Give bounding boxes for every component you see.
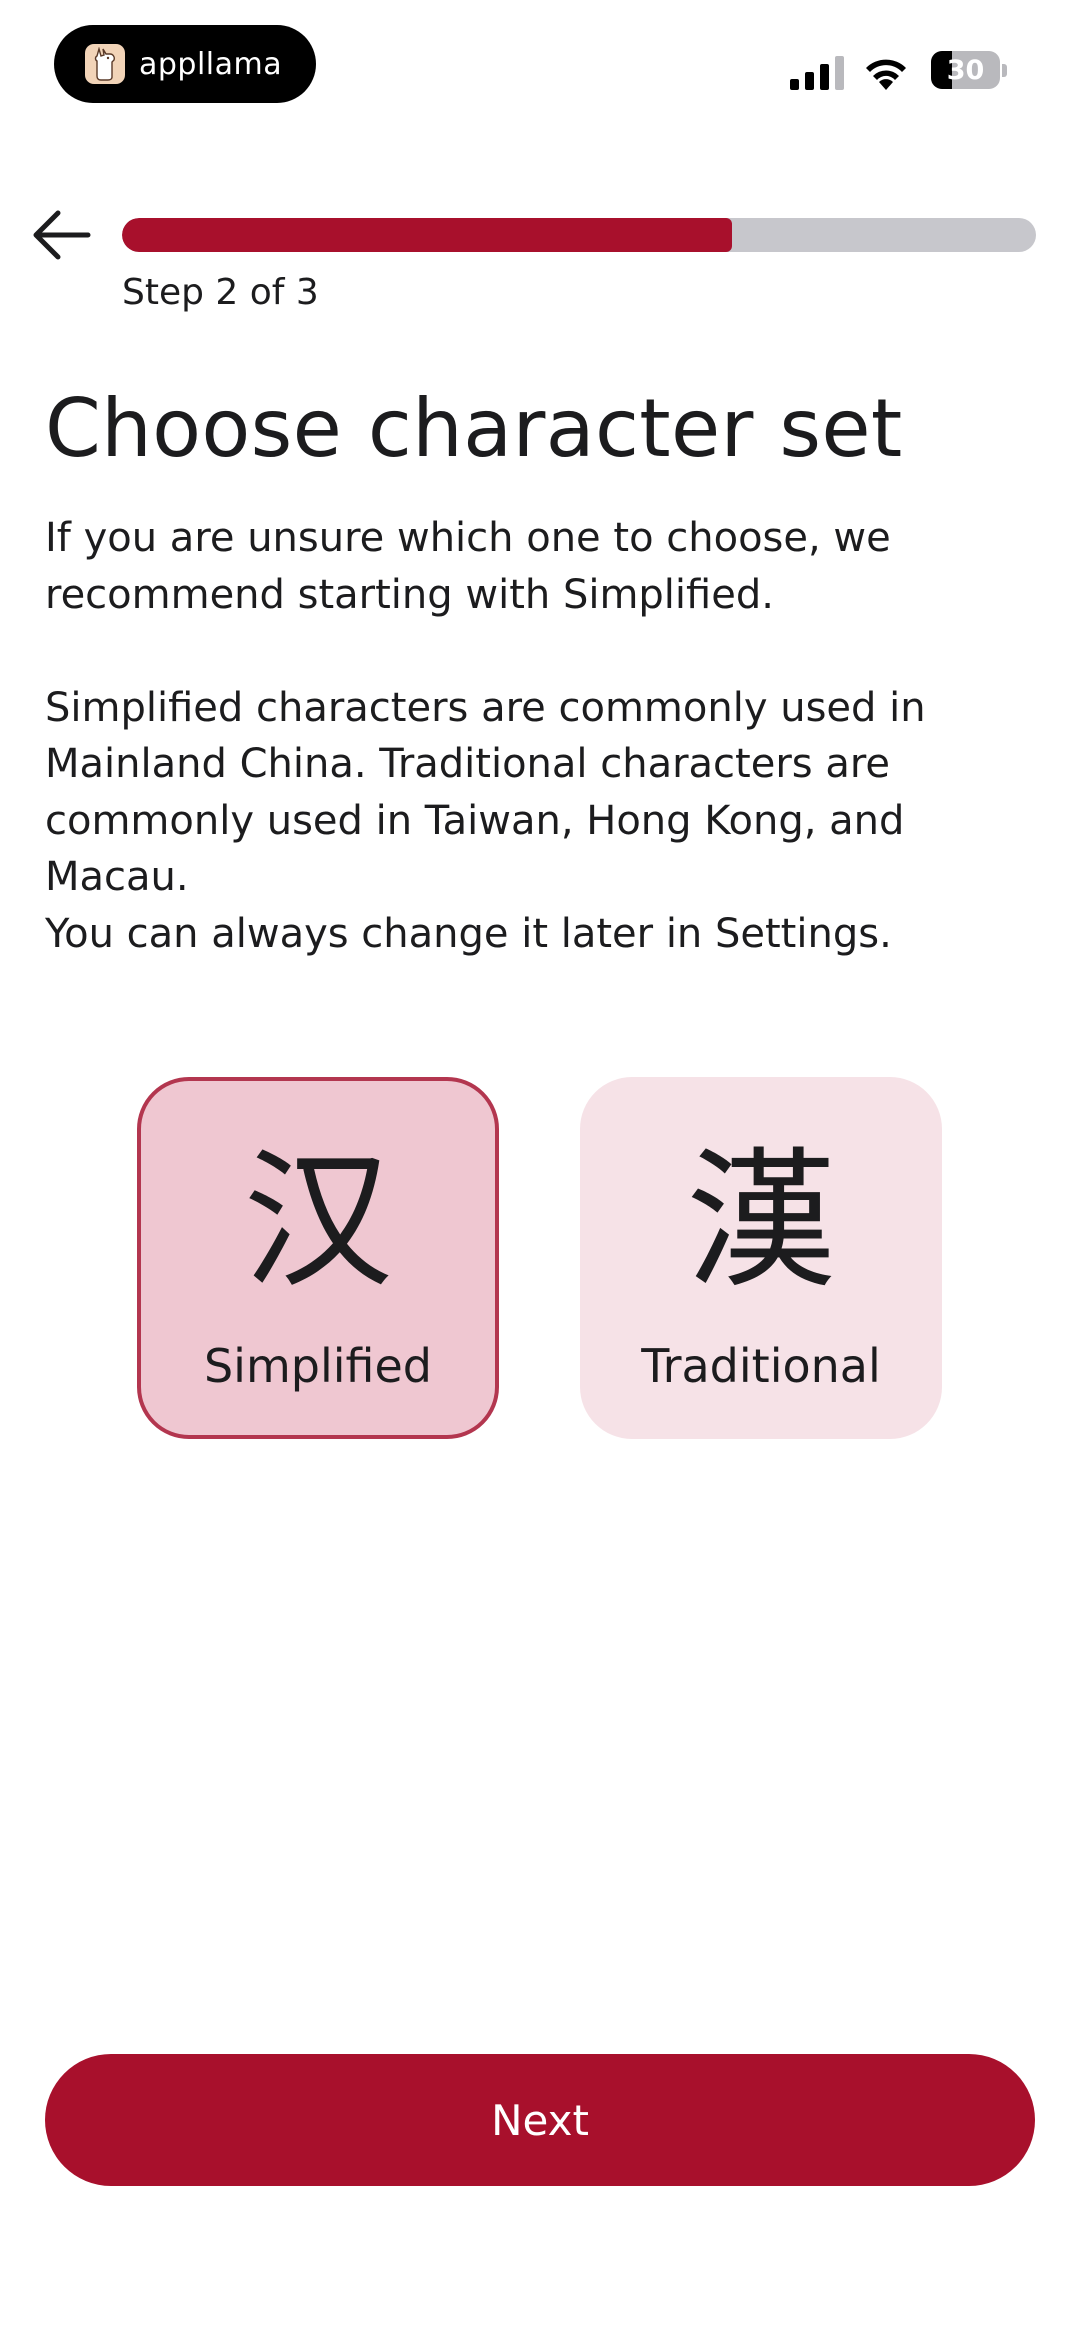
option-traditional-card[interactable]: 漢 Traditional [580,1077,942,1439]
option-simplified-card[interactable]: 汉 Simplified [137,1077,499,1439]
next-button[interactable]: Next [45,2054,1035,2186]
description: If you are unsure which one to choose, w… [45,510,1025,962]
battery-indicator: 30 [931,51,1007,89]
page-title: Choose character set [45,382,903,475]
option-simplified-label: Simplified [203,1339,433,1393]
description-settings-note: You can always change it later in Settin… [45,910,892,957]
arrow-left-icon [33,210,91,260]
description-usage: Simplified characters are commonly used … [45,684,926,901]
app-name: appllama [139,46,283,82]
back-button[interactable] [26,203,96,267]
app-indicator-pill[interactable]: appllama [54,25,316,103]
option-traditional-label: Traditional [641,1339,881,1393]
status-bar: appllama 30 [0,0,1080,120]
progress-bar-fill [122,218,732,252]
wifi-icon [866,59,906,90]
progress-bar [122,218,1036,252]
step-label: Step 2 of 3 [122,272,319,313]
cellular-signal-icon [790,56,844,90]
llama-icon [85,44,125,84]
description-recommendation: If you are unsure which one to choose, w… [45,515,891,618]
simplified-character-glyph: 汉 [242,1135,393,1309]
traditional-character-glyph: 漢 [685,1135,836,1309]
battery-percent: 30 [946,54,985,86]
battery-cap [1002,63,1007,77]
